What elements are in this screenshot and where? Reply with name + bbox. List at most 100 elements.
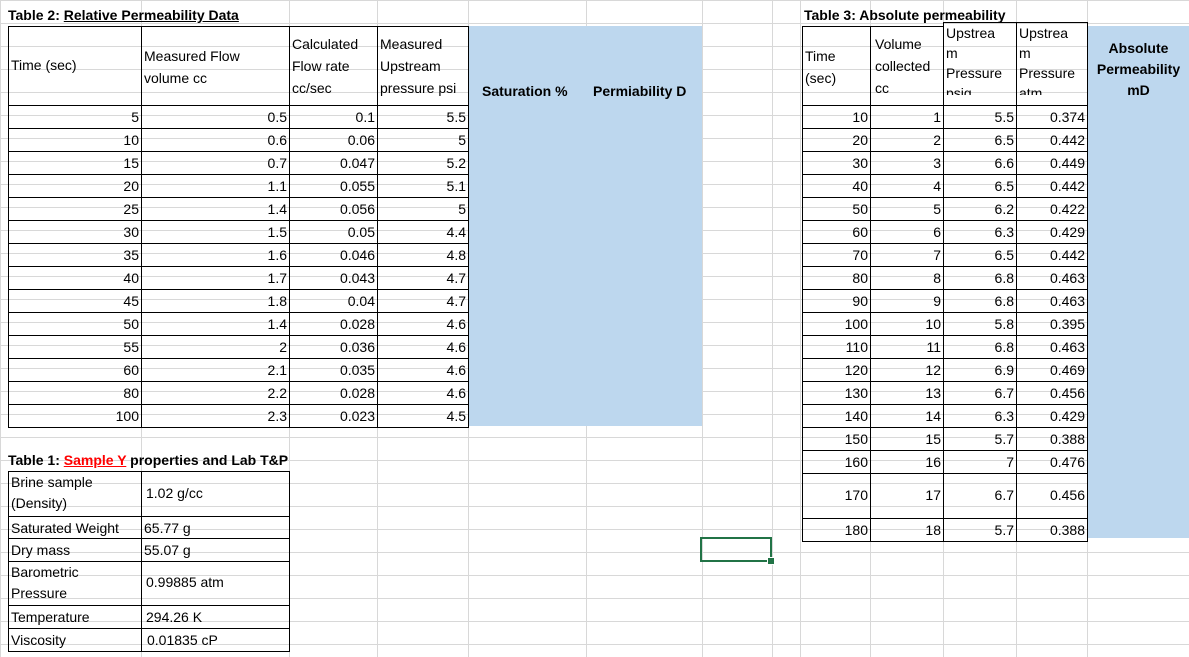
table1-saturated-value[interactable]: 65.77 g (141, 516, 290, 539)
table2-cell[interactable]: 10 (8, 128, 142, 152)
table3-cell[interactable]: 5.5 (943, 105, 1017, 129)
table2-cell[interactable]: 0.028 (289, 312, 378, 336)
table3-cell[interactable]: 9 (870, 289, 944, 313)
table2-cell[interactable]: 2.2 (141, 381, 290, 405)
table2-cell[interactable]: 0.06 (289, 128, 378, 152)
table3-cell[interactable]: 6.8 (943, 335, 1017, 359)
table3-cell[interactable]: 150 (802, 427, 871, 451)
table3-cell[interactable]: 0.422 (1016, 197, 1088, 221)
table2-header-flow[interactable]: Measured Flow volume cc (141, 26, 290, 106)
table2-cell[interactable]: 0.7 (141, 151, 290, 175)
table2-cell[interactable]: 0.047 (289, 151, 378, 175)
table3-cell[interactable]: 6.7 (943, 473, 1017, 519)
table3-cell[interactable]: 0.456 (1016, 473, 1088, 519)
table3-cell[interactable]: 140 (802, 404, 871, 428)
table3-cell[interactable]: 6.3 (943, 220, 1017, 244)
table2-header-rate[interactable]: Calculated Flow rate cc/sec (289, 26, 378, 106)
table2-cell[interactable]: 2.3 (141, 404, 290, 428)
table2-header-saturation[interactable]: Saturation % (482, 83, 568, 101)
table2-header-time[interactable]: Time (sec) (8, 26, 142, 106)
table3-cell[interactable]: 6.3 (943, 404, 1017, 428)
table2-cell[interactable]: 60 (8, 358, 142, 382)
table1-saturated-label[interactable]: Saturated Weight (8, 516, 142, 539)
table3-cell[interactable]: 18 (870, 518, 944, 542)
table2-cell[interactable]: 5.2 (377, 151, 469, 175)
table2-cell[interactable]: 4.7 (377, 289, 469, 313)
table3-cell[interactable]: 6.5 (943, 174, 1017, 198)
table2-cell[interactable]: 55 (8, 335, 142, 359)
table2-cell[interactable]: 80 (8, 381, 142, 405)
table3-cell[interactable]: 15 (870, 427, 944, 451)
table3-cell[interactable]: 4 (870, 174, 944, 198)
table3-cell[interactable]: 6.5 (943, 128, 1017, 152)
table2-cell[interactable]: 0.023 (289, 404, 378, 428)
table3-cell[interactable]: 6 (870, 220, 944, 244)
table2-cell[interactable]: 4.5 (377, 404, 469, 428)
table3-header-upstream-psig[interactable]: Upstrea m Pressure psig (943, 22, 1017, 106)
table3-header-upstream-atm[interactable]: Upstrea m Pressure atm (1016, 22, 1088, 106)
table2-cell[interactable]: 0.046 (289, 243, 378, 267)
table1-dry-value[interactable]: 55.07 g (141, 538, 290, 562)
table2-cell[interactable]: 0.036 (289, 335, 378, 359)
table3-cell[interactable]: 130 (802, 381, 871, 405)
table3-header-volume[interactable]: Volume collected cc (870, 26, 944, 106)
fill-handle[interactable] (767, 557, 775, 565)
table3-cell[interactable]: 6.8 (943, 289, 1017, 313)
table3-cell[interactable]: 60 (802, 220, 871, 244)
table3-cell[interactable]: 16 (870, 450, 944, 474)
table3-cell[interactable]: 0.469 (1016, 358, 1088, 382)
table2-cell[interactable]: 2.1 (141, 358, 290, 382)
table2-cell[interactable]: 4.6 (377, 312, 469, 336)
table3-cell[interactable]: 14 (870, 404, 944, 428)
table3-cell[interactable]: 0.463 (1016, 289, 1088, 313)
table3-cell[interactable]: 0.476 (1016, 450, 1088, 474)
table3-cell[interactable]: 8 (870, 266, 944, 290)
table3-cell[interactable]: 120 (802, 358, 871, 382)
table1-brine-value[interactable]: 1.02 g/cc (141, 471, 290, 517)
table2-cell[interactable]: 1.7 (141, 266, 290, 290)
table3-cell[interactable]: 180 (802, 518, 871, 542)
table3-cell[interactable]: 6.5 (943, 243, 1017, 267)
table3-cell[interactable]: 110 (802, 335, 871, 359)
table3-cell[interactable]: 160 (802, 450, 871, 474)
table2-cell[interactable]: 5 (8, 105, 142, 129)
table2-cell[interactable]: 4.4 (377, 220, 469, 244)
table2-cell[interactable]: 25 (8, 197, 142, 221)
table2-cell[interactable]: 45 (8, 289, 142, 313)
table1-viscosity-value[interactable]: 0.01835 cP (141, 628, 290, 652)
table2-cell[interactable]: 1.1 (141, 174, 290, 198)
table2-cell[interactable]: 0.028 (289, 381, 378, 405)
table2-cell[interactable]: 100 (8, 404, 142, 428)
table2-cell[interactable]: 50 (8, 312, 142, 336)
table2-cell[interactable]: 0.5 (141, 105, 290, 129)
table3-cell[interactable]: 30 (802, 151, 871, 175)
table1-dry-label[interactable]: Dry mass (8, 538, 142, 562)
table3-cell[interactable]: 50 (802, 197, 871, 221)
table3-cell[interactable]: 0.463 (1016, 335, 1088, 359)
table1-temperature-value[interactable]: 294.26 K (141, 605, 290, 629)
table3-header-time[interactable]: Time (sec) (802, 26, 871, 106)
table2-cell[interactable]: 0.035 (289, 358, 378, 382)
table3-cell[interactable]: 0.374 (1016, 105, 1088, 129)
table1-barometric-label[interactable]: Barometric Pressure (8, 561, 142, 606)
table1-brine-label[interactable]: Brine sample (Density) (8, 471, 142, 517)
table3-cell[interactable]: 7 (943, 450, 1017, 474)
table2-cell[interactable]: 1.6 (141, 243, 290, 267)
table3-cell[interactable]: 6.7 (943, 381, 1017, 405)
table2-cell[interactable]: 15 (8, 151, 142, 175)
table2-cell[interactable]: 4.6 (377, 335, 469, 359)
table3-cell[interactable]: 3 (870, 151, 944, 175)
table1-viscosity-label[interactable]: Viscosity (8, 628, 142, 652)
table3-cell[interactable]: 6.6 (943, 151, 1017, 175)
table2-cell[interactable]: 5.5 (377, 105, 469, 129)
table3-cell[interactable]: 6.9 (943, 358, 1017, 382)
table3-cell[interactable]: 0.456 (1016, 381, 1088, 405)
table2-cell[interactable]: 30 (8, 220, 142, 244)
table2-cell[interactable]: 1.4 (141, 312, 290, 336)
table3-cell[interactable]: 0.395 (1016, 312, 1088, 336)
table2-cell[interactable]: 4.7 (377, 266, 469, 290)
table3-cell[interactable]: 0.429 (1016, 220, 1088, 244)
table3-cell[interactable]: 80 (802, 266, 871, 290)
table2-cell[interactable]: 0.055 (289, 174, 378, 198)
table3-cell[interactable]: 1 (870, 105, 944, 129)
